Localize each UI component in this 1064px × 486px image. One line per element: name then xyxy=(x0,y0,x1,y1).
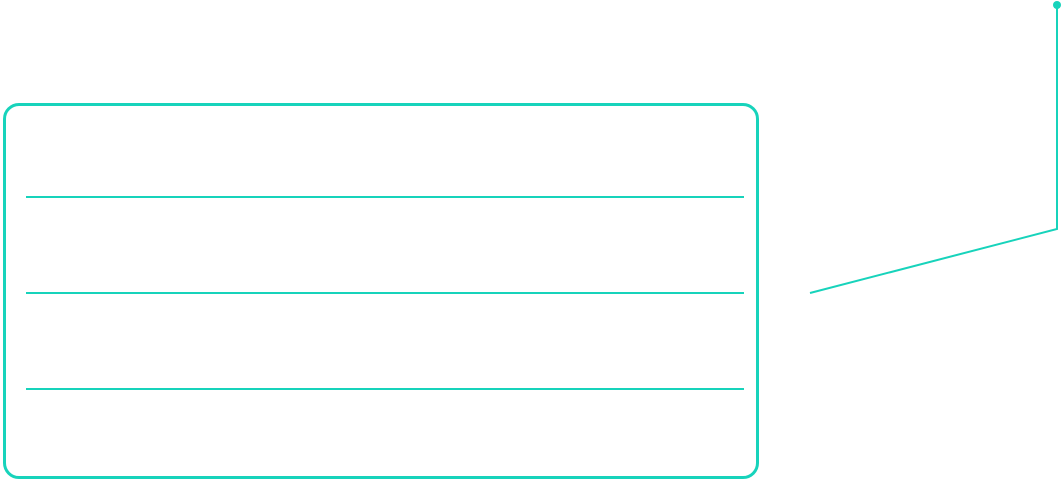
panel-row-2 xyxy=(34,216,734,276)
row-divider-2 xyxy=(26,292,744,294)
panel-row-3 xyxy=(34,312,734,372)
diagram-canvas xyxy=(0,0,1064,486)
panel-row-1 xyxy=(34,121,734,181)
rounded-panel xyxy=(3,103,759,479)
row-divider-3 xyxy=(26,388,744,390)
row-divider-1 xyxy=(26,196,744,198)
connector-path xyxy=(809,5,1058,294)
connector-endpoint-dot xyxy=(1053,1,1061,9)
panel-row-4 xyxy=(34,404,734,464)
